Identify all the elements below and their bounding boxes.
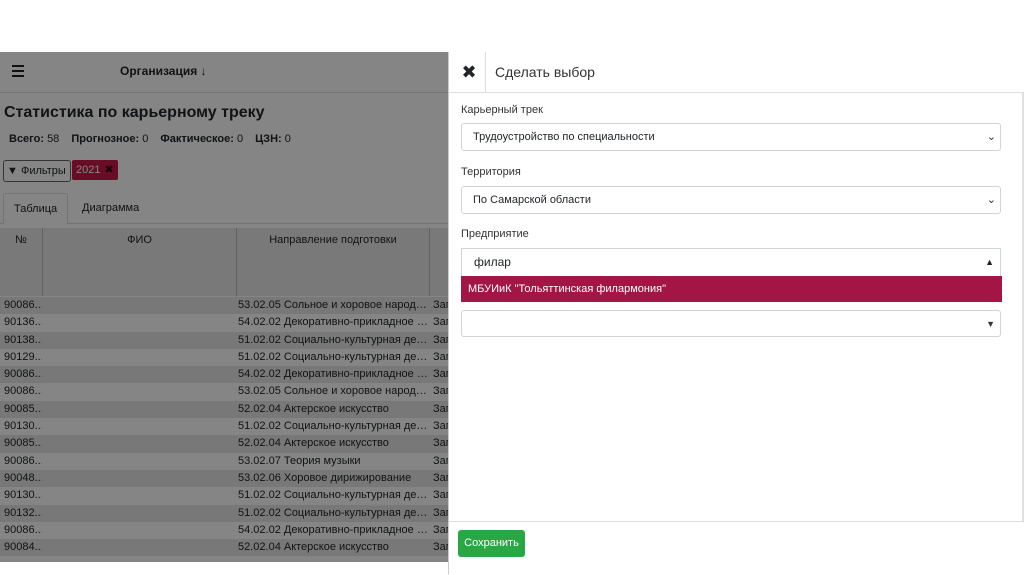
header-divider xyxy=(485,52,486,92)
close-icon[interactable]: ✖ xyxy=(459,62,479,82)
panel-title: Сделать выбор xyxy=(495,64,595,80)
enterprise-search-input[interactable]: филар ▲ xyxy=(461,248,1001,276)
chevron-down-icon: ⌄ xyxy=(986,131,996,143)
career-track-label: Карьерный трек xyxy=(461,104,543,116)
caret-up-icon: ▲ xyxy=(985,257,994,267)
territory-label: Территория xyxy=(461,166,521,178)
background-page: Организация ↓ Статистика по карьерному т… xyxy=(0,52,448,562)
territory-value: По Самарской области xyxy=(473,194,591,206)
enterprise-option[interactable]: МБУИиК "Тольяттинская филармония" xyxy=(461,276,1002,302)
career-track-select[interactable]: Трудоустройство по специальности ⌄ xyxy=(461,123,1001,151)
career-track-value: Трудоустройство по специальности xyxy=(473,131,655,143)
app: Организация ↓ Статистика по карьерному т… xyxy=(0,52,1024,574)
territory-select[interactable]: По Самарской области ⌄ xyxy=(461,186,1001,214)
chevron-down-icon: ⌄ xyxy=(986,194,996,206)
enterprise-label: Предприятие xyxy=(461,228,529,240)
enterprise-search-text: филар xyxy=(474,255,511,269)
panel-header: ✖ Сделать выбор xyxy=(449,52,1024,93)
empty-select[interactable]: ▼ xyxy=(461,310,1001,337)
modal-overlay[interactable] xyxy=(0,52,448,562)
selection-panel: ✖ Сделать выбор Карьерный трек Трудоустр… xyxy=(448,52,1024,574)
panel-footer: Сохранить xyxy=(449,521,1024,575)
caret-down-icon: ▼ xyxy=(986,319,995,329)
save-button[interactable]: Сохранить xyxy=(458,530,525,557)
